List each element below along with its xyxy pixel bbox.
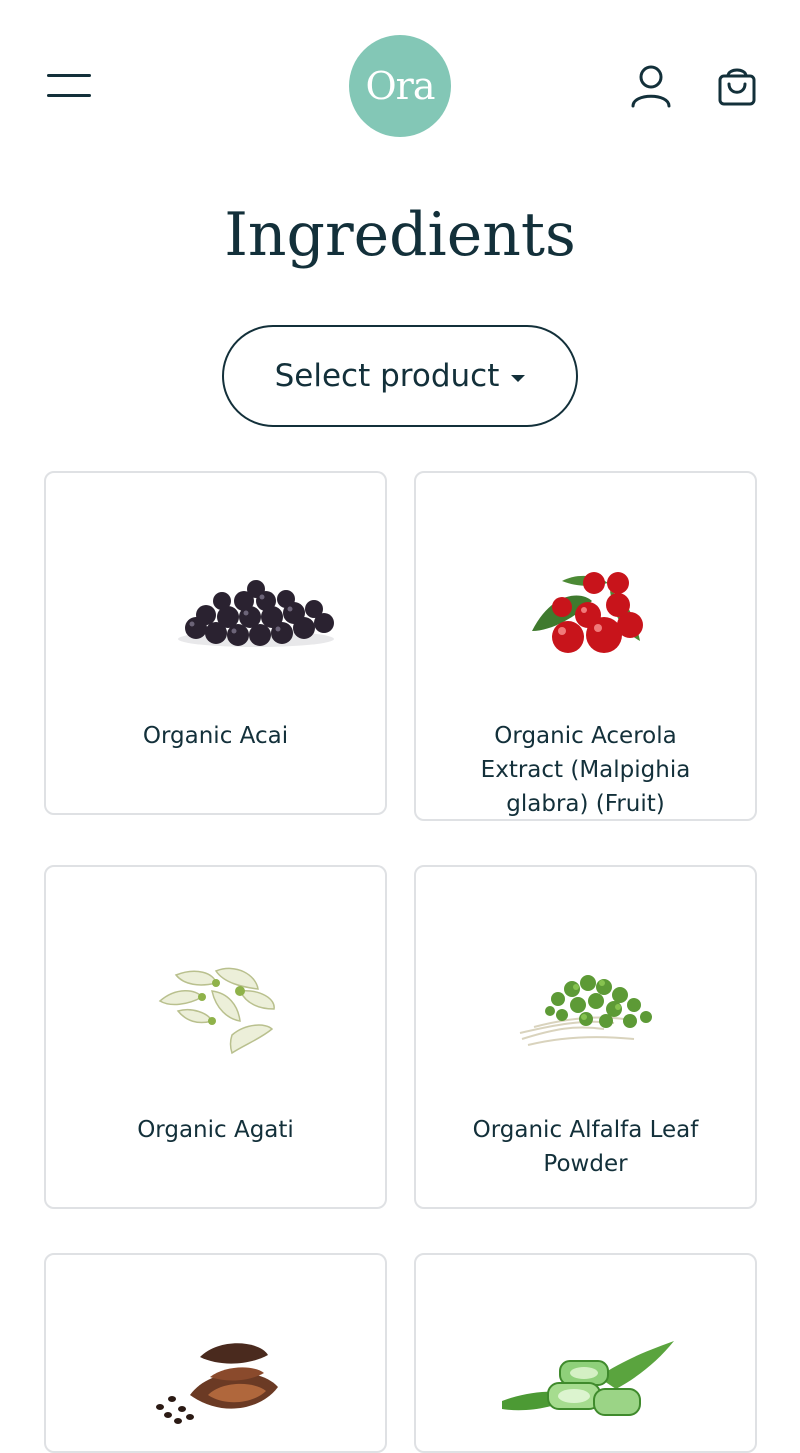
- account-icon[interactable]: [628, 62, 674, 110]
- acai-berries-image: [178, 580, 334, 647]
- alfalfa-sprouts-image: [519, 975, 652, 1046]
- ingredient-name: Organic Acai: [142, 723, 289, 749]
- ingredient-name: Organic Acerola Extract (Malpighia glabr…: [480, 723, 691, 817]
- ingredient-card-acerola[interactable]: Organic Acerola Extract (Malpighia glabr…: [414, 471, 757, 821]
- acerola-cherries-image: [532, 572, 643, 653]
- ingredient-card-aloe[interactable]: [414, 1253, 757, 1453]
- menu-line: [47, 74, 91, 77]
- cart-icon[interactable]: [712, 62, 760, 110]
- ingredient-card-cacao[interactable]: [44, 1253, 387, 1453]
- ingredient-name: Organic Agati: [137, 1117, 294, 1143]
- ingredient-card-acai[interactable]: Organic Acai: [44, 471, 387, 815]
- menu-line: [47, 94, 91, 97]
- ingredient-card-agati[interactable]: Organic Agati: [44, 865, 387, 1209]
- cacao-pods-image: [156, 1343, 278, 1424]
- logo-text: Ora: [365, 64, 436, 108]
- page-title: Ingredients: [224, 200, 576, 270]
- ingredient-name: Organic Alfalfa Leaf Powder: [472, 1117, 699, 1177]
- site-header: Ora: [0, 0, 800, 170]
- agati-flowers-image: [158, 967, 275, 1055]
- caret-down-icon: [511, 374, 526, 382]
- menu-icon[interactable]: [44, 68, 94, 104]
- select-product-dropdown[interactable]: Select product: [222, 325, 578, 427]
- ingredient-card-alfalfa[interactable]: Organic Alfalfa Leaf Powder: [414, 865, 757, 1209]
- aloe-vera-image: [502, 1341, 674, 1416]
- ora-logo[interactable]: Ora: [349, 35, 451, 137]
- select-product-label: Select product: [274, 358, 500, 394]
